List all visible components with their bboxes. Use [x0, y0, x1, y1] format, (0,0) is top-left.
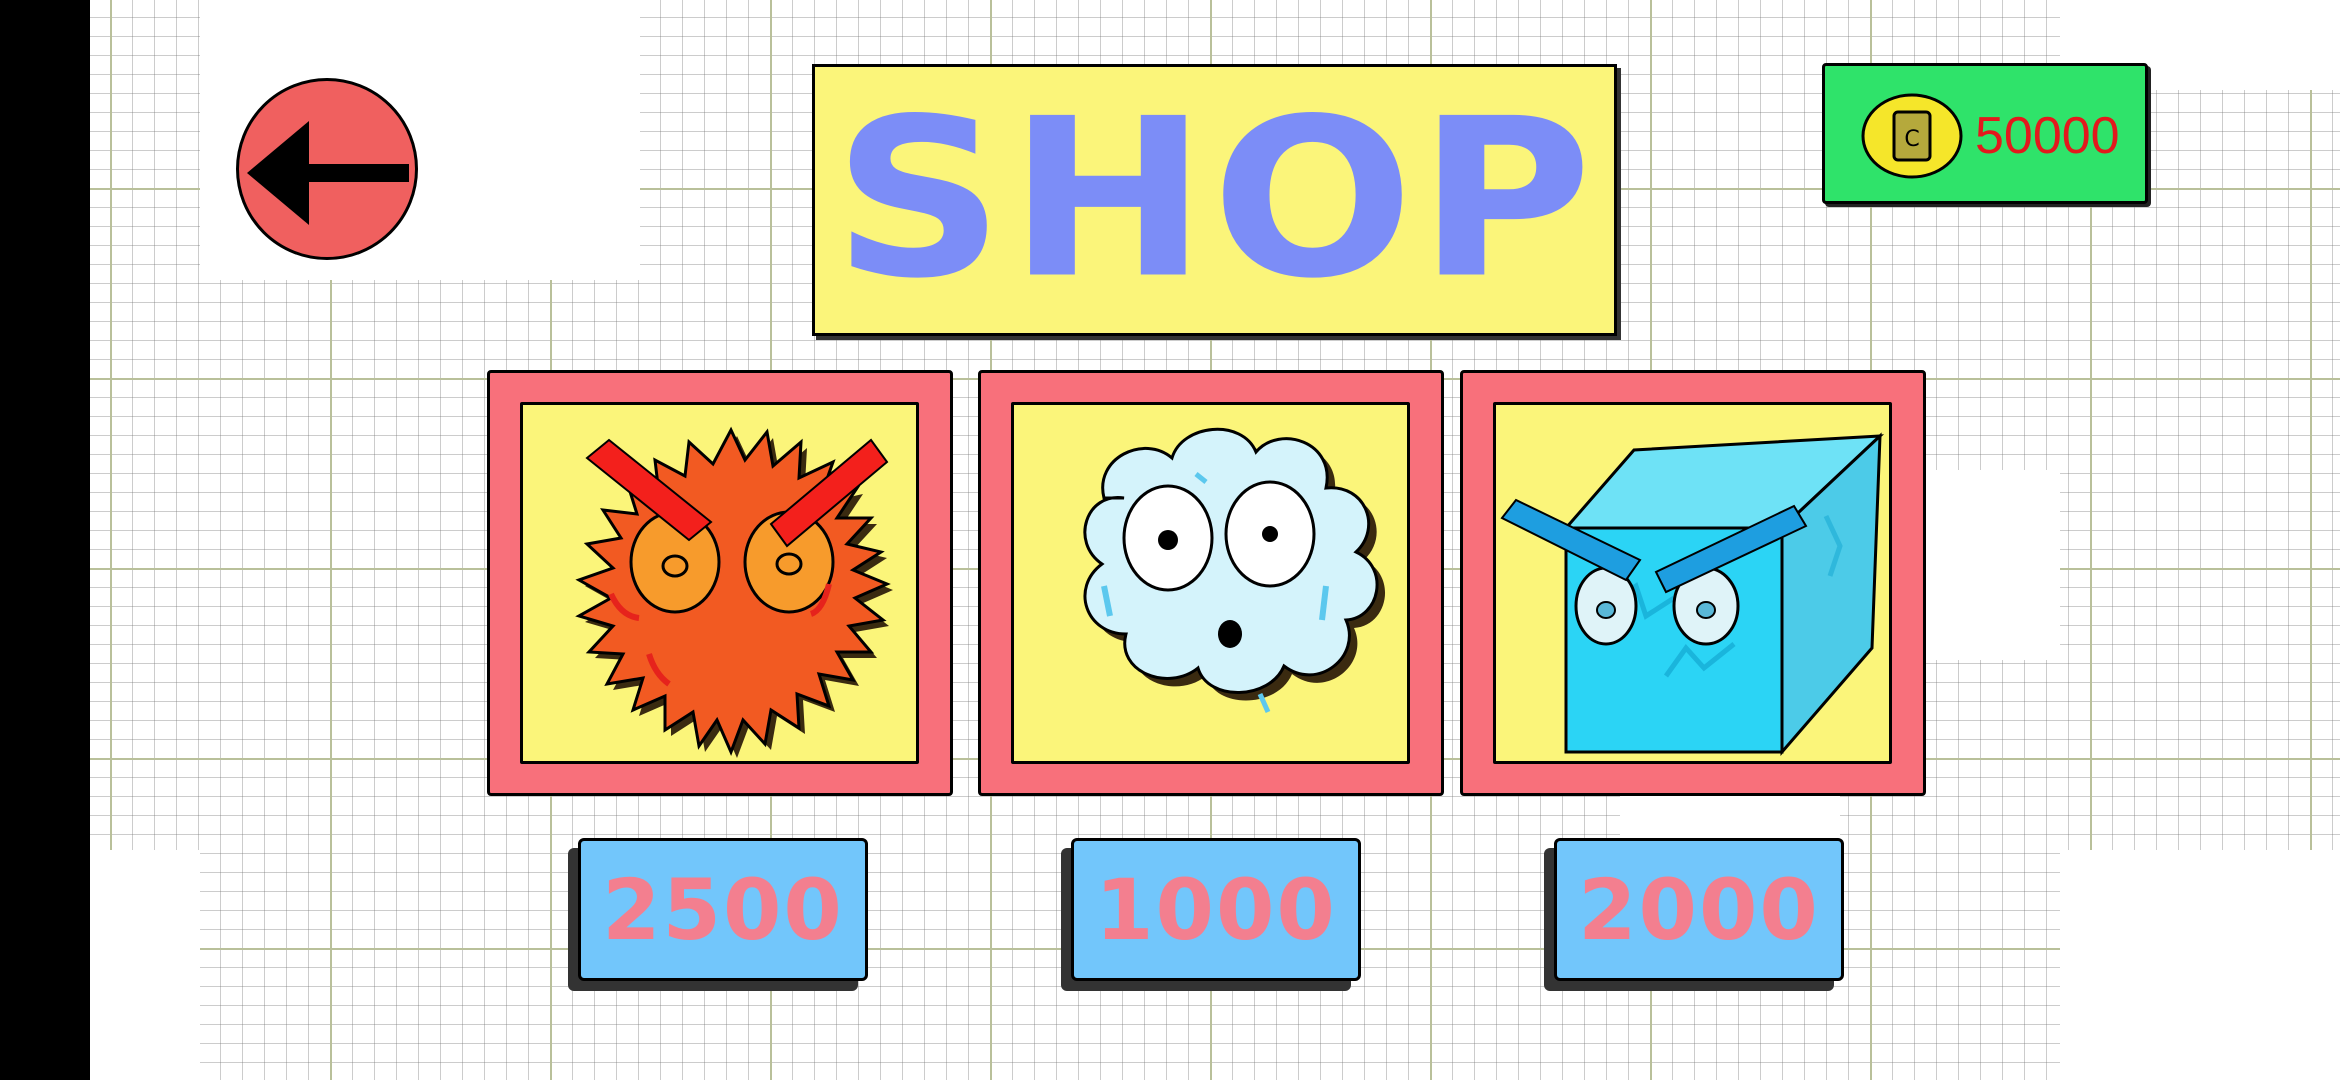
title-banner: SHOP — [812, 64, 1617, 336]
shop-item-fireball[interactable] — [487, 370, 953, 796]
price-label: 2500 — [602, 860, 844, 959]
surprised-cloud-icon — [1083, 427, 1386, 714]
shop-item-ice-cube[interactable] — [1460, 370, 1926, 796]
coin-amount: 50000 — [1975, 107, 2120, 165]
item-frame — [1493, 402, 1892, 764]
back-button[interactable] — [236, 78, 418, 260]
item-frame — [520, 402, 919, 764]
angry-ice-cube-icon — [1500, 432, 1885, 757]
shop-item-cloud[interactable] — [978, 370, 1444, 796]
paper-blank — [2060, 850, 2340, 1080]
page-title: SHOP — [832, 72, 1597, 327]
item-frame — [1011, 402, 1410, 764]
left-black-bar — [0, 0, 90, 1080]
paper-blank — [420, 0, 640, 280]
paper-blank — [200, 0, 420, 90]
left-arrow-icon — [247, 121, 409, 225]
coin-icon: C — [1861, 93, 1963, 179]
paper-blank — [90, 850, 200, 1080]
buy-button-cloud[interactable]: 1000 — [1071, 838, 1361, 981]
angry-fireball-icon — [575, 426, 893, 758]
buy-button-fireball[interactable]: 2500 — [578, 838, 868, 981]
price-label: 2000 — [1578, 860, 1820, 959]
buy-button-ice-cube[interactable]: 2000 — [1554, 838, 1844, 981]
coin-letter: C — [1904, 127, 1919, 152]
shop-screen: SHOP C 50000 2500 1000 2000 — [0, 0, 2340, 1080]
coin-balance: C 50000 — [1822, 63, 2148, 204]
price-label: 1000 — [1095, 860, 1337, 959]
